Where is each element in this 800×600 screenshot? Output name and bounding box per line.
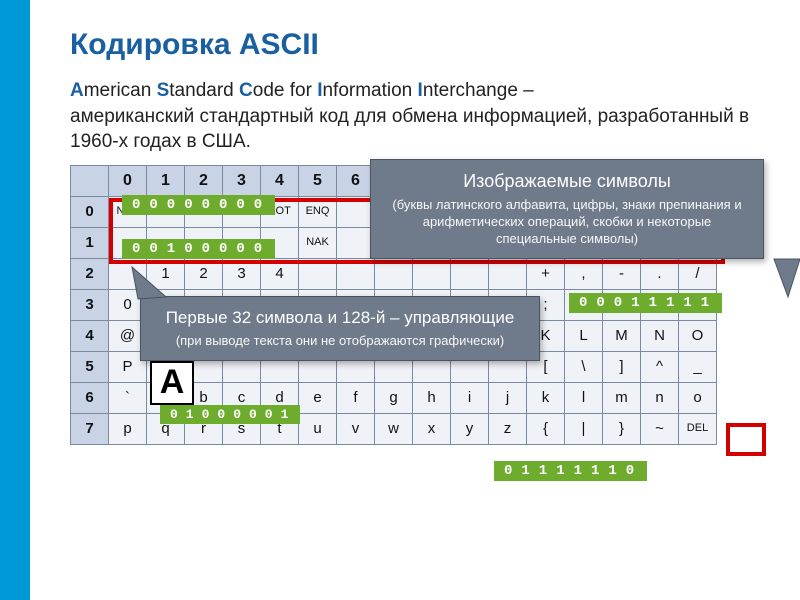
row-header: 1 bbox=[71, 227, 109, 258]
ascii-cell: f bbox=[337, 382, 375, 413]
ascii-cell: h bbox=[413, 382, 451, 413]
ascii-cell: O bbox=[679, 320, 717, 351]
ascii-cell: 2 bbox=[185, 258, 223, 289]
ascii-cell bbox=[375, 258, 413, 289]
cap-c: C bbox=[239, 80, 253, 101]
row-header: 6 bbox=[71, 382, 109, 413]
ascii-cell: . bbox=[641, 258, 679, 289]
page-title: Кодировка ASCII bbox=[70, 28, 780, 62]
ascii-cell: x bbox=[413, 413, 451, 444]
accent-sidebar bbox=[0, 0, 30, 600]
ascii-cell: m bbox=[603, 382, 641, 413]
ascii-cell: } bbox=[603, 413, 641, 444]
row-header: 0 bbox=[71, 196, 109, 227]
callout-printable: Изображаемые символы (буквы латинского а… bbox=[370, 159, 764, 259]
bits-nul: 00000000 bbox=[122, 195, 275, 215]
ascii-cell: ^ bbox=[641, 351, 679, 382]
ascii-cell: n bbox=[641, 382, 679, 413]
ascii-cell: z bbox=[489, 413, 527, 444]
ascii-cell: \ bbox=[565, 351, 603, 382]
ascii-cell: N bbox=[641, 320, 679, 351]
red-highlight-del bbox=[726, 423, 766, 456]
slide-content: Кодировка ASCII American Standard Code f… bbox=[30, 0, 800, 600]
row-header: 3 bbox=[71, 289, 109, 320]
ascii-cell: / bbox=[679, 258, 717, 289]
ascii-cell: p bbox=[109, 413, 147, 444]
callout-control-tail bbox=[126, 265, 176, 305]
ascii-cell bbox=[337, 196, 375, 227]
ascii-cell bbox=[337, 258, 375, 289]
ascii-cell: , bbox=[565, 258, 603, 289]
row-header: 7 bbox=[71, 413, 109, 444]
ascii-cell: j bbox=[489, 382, 527, 413]
ascii-cell: w bbox=[375, 413, 413, 444]
ascii-cell: + bbox=[527, 258, 565, 289]
ascii-table-wrap: 0 1 2 3 4 5 6 7 8 9 A B C D E F bbox=[70, 165, 780, 445]
ascii-cell: ENQ bbox=[299, 196, 337, 227]
ascii-cell: | bbox=[565, 413, 603, 444]
bits-tilde: 01111110 bbox=[494, 461, 647, 481]
callout-printable-tail bbox=[770, 257, 800, 301]
row-header: 4 bbox=[71, 320, 109, 351]
ascii-cell bbox=[413, 258, 451, 289]
ascii-cell: ] bbox=[603, 351, 641, 382]
row-header: 2 bbox=[71, 258, 109, 289]
ascii-cell: e bbox=[299, 382, 337, 413]
ascii-cell: 3 bbox=[223, 258, 261, 289]
bits-a41: 01000001 bbox=[160, 405, 300, 424]
callout-control: Первые 32 символа и 128-й – управляющие … bbox=[140, 296, 540, 361]
cap-a: A bbox=[70, 80, 84, 101]
ascii-cell: l bbox=[565, 382, 603, 413]
ascii-cell: NAK bbox=[299, 227, 337, 258]
ascii-cell: g bbox=[375, 382, 413, 413]
expansion-desc: американский стандартный код для обмена … bbox=[70, 106, 749, 153]
ascii-cell: y bbox=[451, 413, 489, 444]
ascii-cell: i bbox=[451, 382, 489, 413]
ascii-cell: ` bbox=[109, 382, 147, 413]
ascii-expansion: American Standard Code for Information I… bbox=[70, 78, 780, 155]
sample-char-a: A bbox=[150, 361, 194, 405]
bits-space: 00100000 bbox=[122, 239, 275, 259]
ascii-cell: v bbox=[337, 413, 375, 444]
ascii-cell: o bbox=[679, 382, 717, 413]
ascii-cell: _ bbox=[679, 351, 717, 382]
ascii-cell: 4 bbox=[261, 258, 299, 289]
ascii-cell: { bbox=[527, 413, 565, 444]
ascii-cell: L bbox=[565, 320, 603, 351]
ascii-cell bbox=[489, 258, 527, 289]
ascii-cell bbox=[299, 258, 337, 289]
ascii-cell: k bbox=[527, 382, 565, 413]
ascii-cell bbox=[337, 227, 375, 258]
cap-s: S bbox=[157, 80, 170, 101]
ascii-cell: M bbox=[603, 320, 641, 351]
ascii-cell: ~ bbox=[641, 413, 679, 444]
ascii-cell: DEL bbox=[679, 413, 717, 444]
row-header: 5 bbox=[71, 351, 109, 382]
ascii-cell bbox=[451, 258, 489, 289]
ascii-cell: u bbox=[299, 413, 337, 444]
bits-1f: 00011111 bbox=[569, 293, 722, 313]
ascii-cell: - bbox=[603, 258, 641, 289]
